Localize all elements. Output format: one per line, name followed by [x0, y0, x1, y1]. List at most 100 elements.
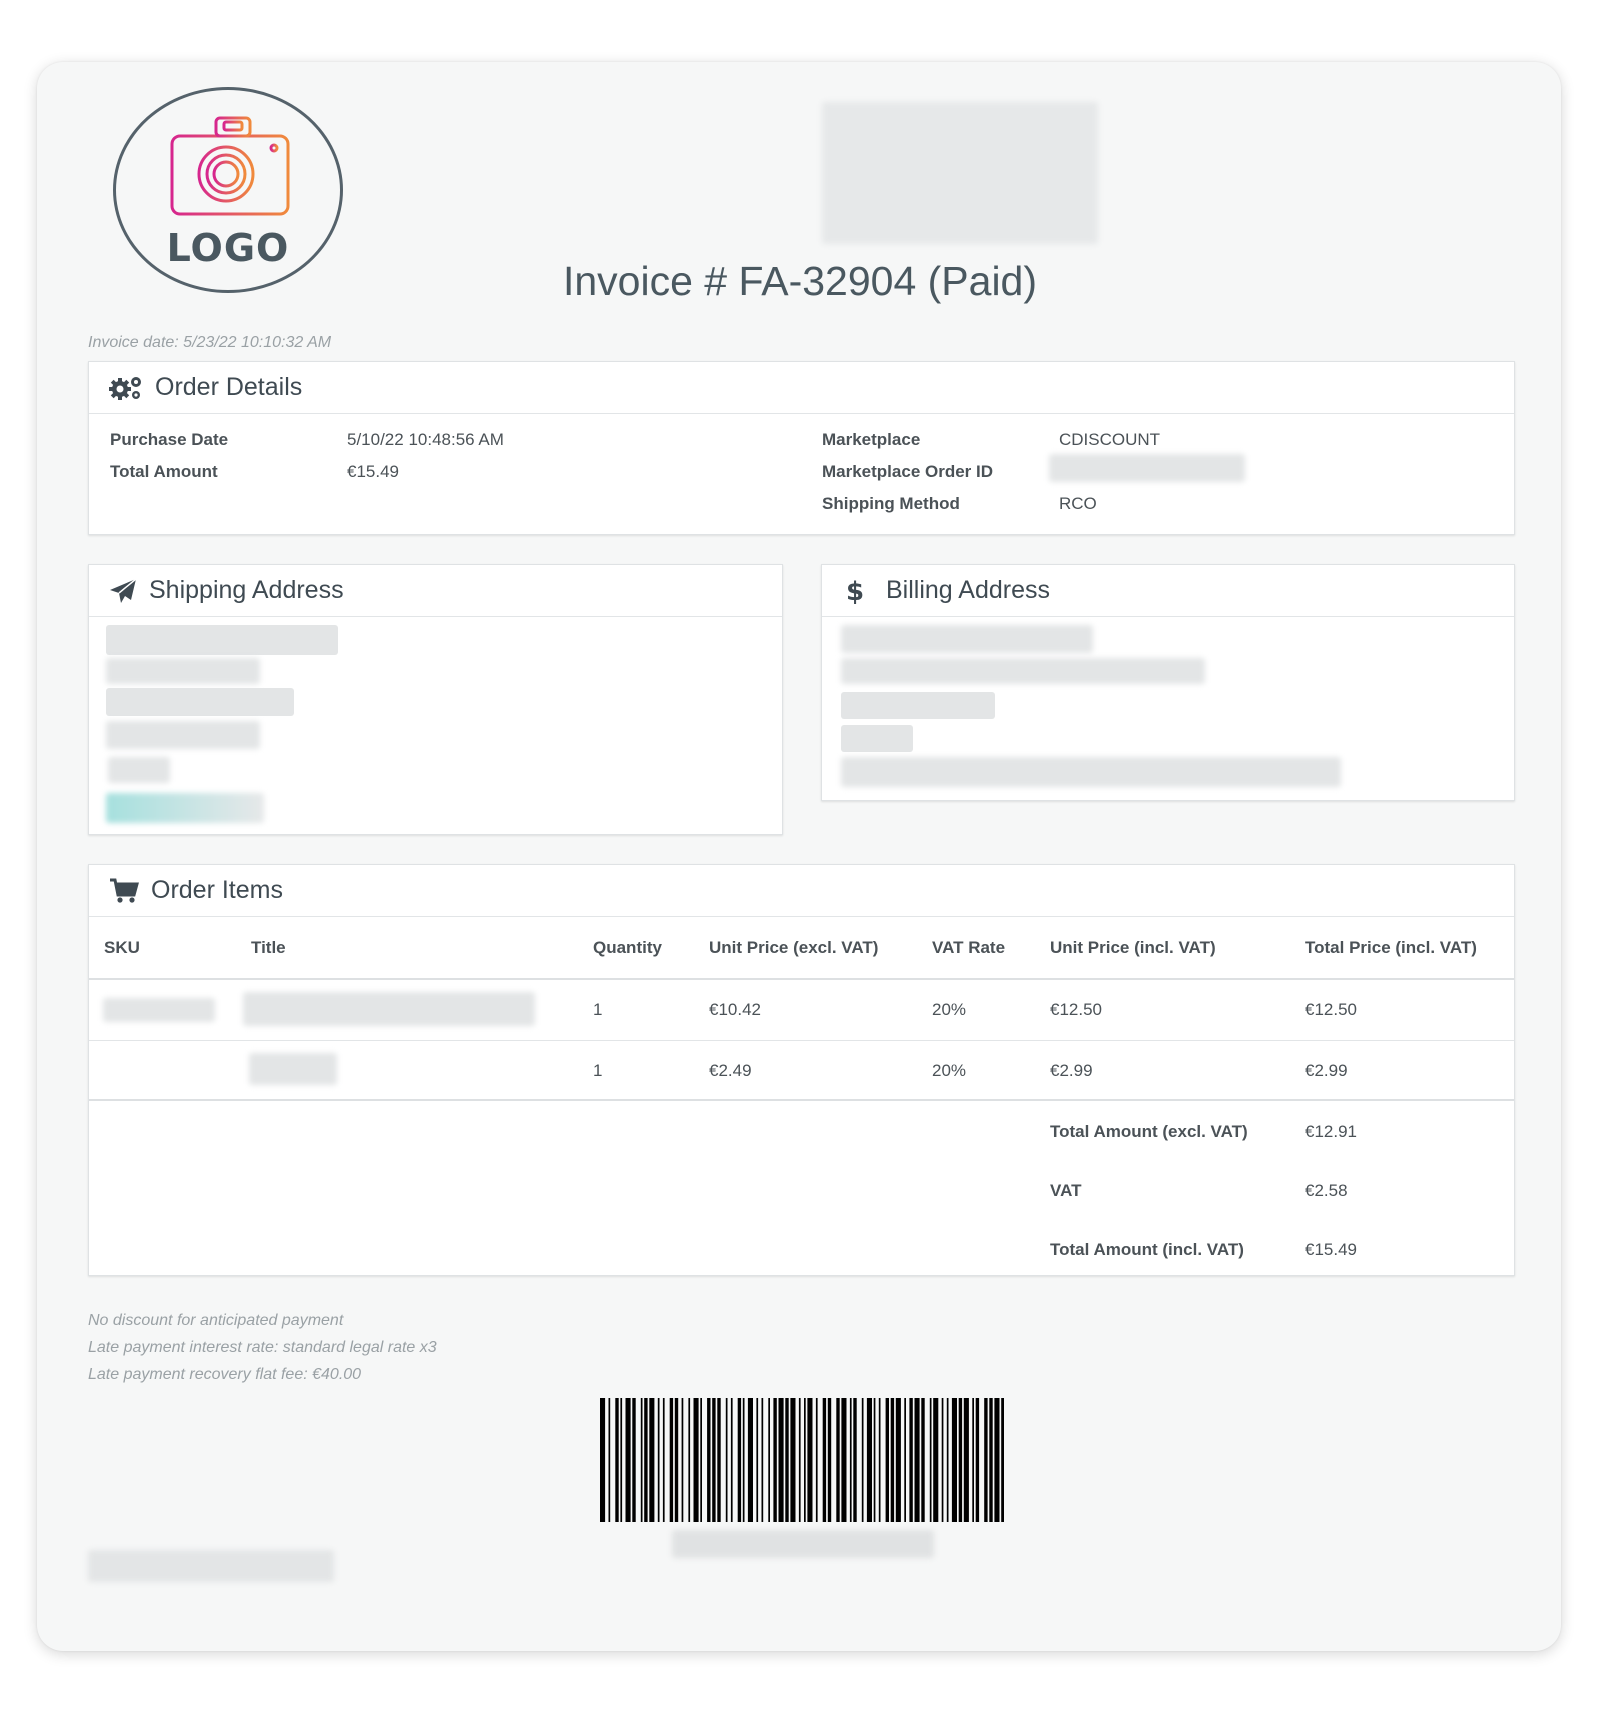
barcode-bar — [890, 1398, 895, 1522]
redacted-address-line — [841, 692, 995, 719]
barcode-bar — [669, 1398, 674, 1522]
barcode-bar — [717, 1398, 721, 1522]
items-table-header: SKU Title Quantity Unit Price (excl. VAT… — [89, 918, 1514, 978]
barcode-bar — [700, 1398, 702, 1522]
barcode-bar — [688, 1398, 691, 1522]
redacted-address-line — [106, 658, 260, 684]
order-items-panel: Order Items SKU Title Quantity Unit Pric… — [88, 864, 1515, 1276]
total-excl-vat-label: Total Amount (excl. VAT) — [1050, 1122, 1248, 1141]
redacted-sku — [103, 998, 215, 1022]
invoice-date: Invoice date: 5/23/22 10:10:32 AM — [88, 334, 332, 351]
barcode-bar — [866, 1398, 872, 1522]
barcode-bar — [873, 1398, 876, 1522]
barcode-bar — [929, 1398, 932, 1522]
dollar-icon: $ — [846, 577, 864, 605]
barcode-bar — [914, 1398, 920, 1522]
redacted-address-line — [106, 721, 260, 749]
barcode-bar — [1001, 1398, 1004, 1522]
barcode-bar — [693, 1398, 699, 1522]
barcode-bar — [790, 1398, 796, 1522]
barcode-bar — [737, 1398, 742, 1522]
barcode-bar — [625, 1398, 631, 1522]
barcode-bar — [994, 1398, 1000, 1522]
svg-text:$: $ — [846, 577, 864, 605]
total-incl-vat-label: Total Amount (incl. VAT) — [1050, 1240, 1244, 1259]
footer-note: Late payment interest rate: standard leg… — [88, 1339, 437, 1356]
barcode-bar — [600, 1398, 606, 1522]
barcode-bar — [798, 1398, 801, 1522]
totals-divider — [89, 1099, 1514, 1101]
barcode-bar — [725, 1398, 728, 1522]
vat-label: VAT — [1050, 1181, 1082, 1200]
barcode-bar — [804, 1398, 806, 1522]
col-title: Title — [251, 938, 286, 957]
redacted-address-line — [841, 725, 913, 752]
redacted-barcode-number — [672, 1530, 934, 1558]
redacted-title — [249, 1053, 337, 1085]
col-sku: SKU — [104, 938, 140, 957]
row-total-price-incl: €2.99 — [1305, 1061, 1348, 1080]
barcode — [600, 1398, 1004, 1522]
redacted-footer-info — [88, 1550, 334, 1582]
col-unit-price-excl: Unit Price (excl. VAT) — [709, 938, 879, 957]
barcode-bar — [885, 1398, 889, 1522]
table-row: 1 €10.42 20% €12.50 €12.50 — [89, 980, 1514, 1040]
redacted-address-line — [841, 757, 1341, 787]
total-amount-value: €15.49 — [347, 462, 399, 481]
footer-note: No discount for anticipated payment — [88, 1312, 344, 1329]
barcode-bar — [878, 1398, 881, 1522]
barcode-bar — [849, 1398, 852, 1522]
barcode-bar — [836, 1398, 840, 1522]
barcode-bar — [785, 1398, 789, 1522]
barcode-bar — [909, 1398, 913, 1522]
redacted-address-line — [108, 757, 170, 783]
col-vat-rate: VAT Rate — [932, 938, 1006, 957]
barcode-bar — [768, 1398, 770, 1522]
total-amount-label: Total Amount — [110, 462, 218, 481]
col-total-price-incl: Total Price (incl. VAT) — [1305, 938, 1477, 957]
barcode-bar — [773, 1398, 777, 1522]
barcode-bar — [853, 1398, 857, 1522]
barcode-bar — [827, 1398, 832, 1522]
col-unit-price-incl: Unit Price (incl. VAT) — [1050, 938, 1216, 957]
row-unit-price-excl: €10.42 — [709, 1000, 761, 1019]
invoice-title: Invoice # FA-32904 (Paid) — [562, 258, 1038, 304]
barcode-bar — [712, 1398, 716, 1522]
barcode-bar — [615, 1398, 619, 1522]
barcode-bar — [707, 1398, 711, 1522]
barcode-bar — [933, 1398, 939, 1522]
barcode-bar — [756, 1398, 759, 1522]
barcode-bar — [921, 1398, 925, 1522]
redacted-company-info — [822, 102, 1098, 244]
total-excl-vat-value: €12.91 — [1305, 1122, 1357, 1141]
marketplace-order-id-label: Marketplace Order ID — [822, 462, 994, 481]
barcode-bar — [662, 1398, 665, 1522]
row-unit-price-incl: €12.50 — [1050, 1000, 1102, 1019]
barcode-bar — [747, 1398, 753, 1522]
row-quantity: 1 — [593, 1061, 603, 1080]
row-vat-rate: 20% — [932, 1061, 967, 1080]
barcode-bar — [841, 1398, 847, 1522]
barcode-bar — [657, 1398, 660, 1522]
barcode-bar — [778, 1398, 784, 1522]
barcode-bar — [958, 1398, 963, 1522]
shipping-method-value: RCO — [1059, 494, 1097, 513]
barcode-bar — [608, 1398, 611, 1522]
col-quantity: Quantity — [593, 938, 662, 957]
row-total-price-incl: €12.50 — [1305, 1000, 1357, 1019]
barcode-bar — [807, 1398, 813, 1522]
purchase-date-label: Purchase Date — [110, 430, 229, 449]
shipping-method-label: Shipping Method — [822, 494, 960, 513]
marketplace-value: CDISCOUNT — [1059, 430, 1161, 449]
barcode-bar — [644, 1398, 648, 1522]
order-items-header: Order Items — [89, 865, 1514, 917]
barcode-bar — [984, 1398, 988, 1522]
gears-icon — [109, 376, 141, 400]
barcode-bar — [951, 1398, 957, 1522]
barcode-bar — [972, 1398, 974, 1522]
billing-address-panel: $ Billing Address — [821, 564, 1515, 801]
redacted-address-line — [841, 658, 1205, 684]
vat-value: €2.58 — [1305, 1181, 1348, 1200]
barcode-bar — [620, 1398, 623, 1522]
barcode-bar — [861, 1398, 864, 1522]
